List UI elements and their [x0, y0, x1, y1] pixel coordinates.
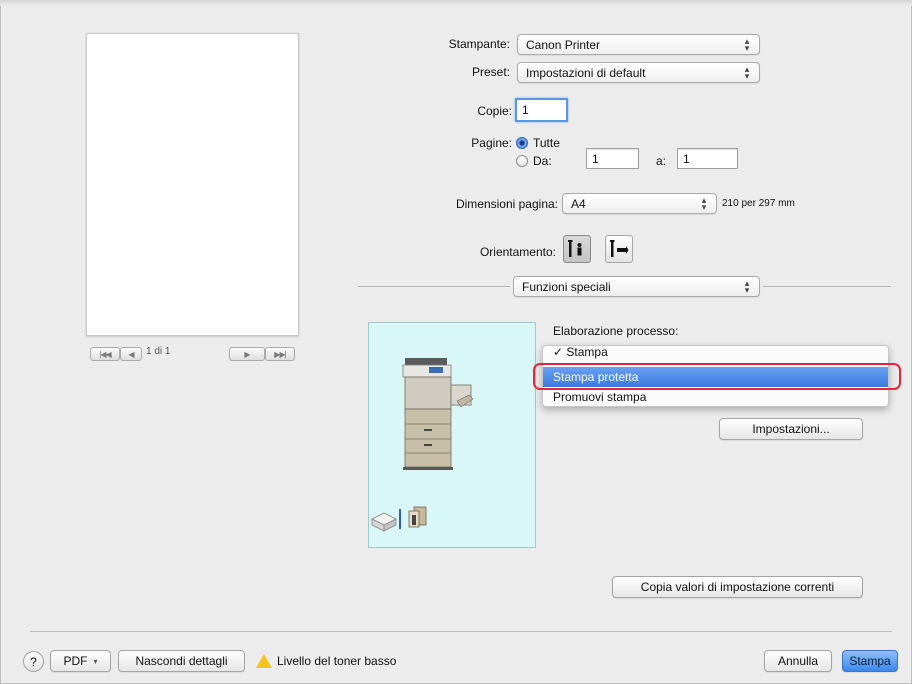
- popup-arrows-icon: ▴ ▾: [701, 194, 707, 212]
- section-popup-value: Funzioni speciali: [522, 279, 611, 294]
- pages-to-field[interactable]: 1: [677, 148, 738, 169]
- pdf-label: PDF: [63, 654, 88, 668]
- preset-value: Impostazioni di default: [526, 65, 646, 80]
- print-button[interactable]: Stampa: [842, 650, 898, 672]
- chevron-down-icon: ▾: [93, 656, 98, 666]
- popup-arrows-icon: ▴ ▾: [744, 277, 750, 295]
- print-preview-page: [86, 33, 299, 336]
- pages-label: Pagine:: [471, 136, 512, 150]
- first-page-button[interactable]: |◀◀: [90, 347, 120, 361]
- menu-item-promuovi-stampa[interactable]: Promuovi stampa: [543, 387, 888, 406]
- portrait-icon: [568, 240, 582, 257]
- job-processing-label: Elaborazione processo:: [553, 324, 679, 338]
- help-button[interactable]: ?: [23, 651, 44, 672]
- paper-stack-icon: [371, 509, 401, 532]
- paper-size-label: Dimensioni pagina:: [455, 197, 558, 211]
- pages-all-label: Tutte: [533, 136, 560, 150]
- preset-popup[interactable]: Impostazioni di default ▴ ▾: [517, 62, 760, 83]
- document-feeder-icon: [408, 506, 427, 528]
- footer-separator: [30, 631, 892, 632]
- warning-icon: [256, 654, 272, 668]
- landscape-icon: [610, 240, 629, 257]
- next-page-button[interactable]: ▶: [229, 347, 265, 361]
- portrait-orientation-button[interactable]: [563, 235, 591, 263]
- menu-item-stampa[interactable]: ✓ Stampa: [543, 346, 888, 362]
- last-page-button[interactable]: ▶▶|: [265, 347, 295, 361]
- window-top-edge: [0, 0, 912, 6]
- toner-warning-text: Livello del toner basso: [277, 654, 397, 668]
- preset-label: Preset:: [471, 65, 510, 79]
- section-popup[interactable]: Funzioni speciali ▴ ▾: [513, 276, 760, 297]
- orientation-label: Orientamento:: [479, 245, 556, 259]
- copies-label: Copie:: [477, 104, 512, 118]
- previous-page-button[interactable]: ◀: [120, 347, 142, 361]
- settings-button[interactable]: Impostazioni...: [719, 418, 863, 440]
- pages-all-radio[interactable]: [516, 137, 528, 149]
- popup-arrows-icon: ▴ ▾: [744, 63, 750, 81]
- paper-size-value: A4: [571, 196, 586, 211]
- highlight-annotation: [533, 363, 901, 390]
- copies-field[interactable]: 1: [515, 98, 568, 122]
- cancel-button[interactable]: Annulla: [764, 650, 832, 672]
- printer-value: Canon Printer: [526, 37, 601, 52]
- section-separator-left: [358, 286, 510, 287]
- pages-to-label: a:: [656, 154, 667, 168]
- printer-label: Stampante:: [448, 37, 510, 51]
- paper-size-popup[interactable]: A4 ▴ ▾: [562, 193, 717, 214]
- pages-range-radio[interactable]: [516, 155, 528, 167]
- popup-arrows-icon: ▴ ▾: [744, 35, 750, 53]
- pages-from-label: Da:: [533, 154, 552, 168]
- hide-details-button[interactable]: Nascondi dettagli: [118, 650, 245, 672]
- paper-dimensions: 210 per 297 mm: [722, 198, 795, 209]
- landscape-orientation-button[interactable]: [605, 235, 633, 263]
- section-separator-right: [763, 286, 891, 287]
- pages-from-field[interactable]: 1: [586, 148, 639, 169]
- printer-popup[interactable]: Canon Printer ▴ ▾: [517, 34, 760, 55]
- pdf-menu-button[interactable]: PDF ▾: [50, 650, 111, 672]
- page-counter: 1 di 1: [146, 346, 171, 357]
- copy-current-settings-button[interactable]: Copia valori di impostazione correnti: [612, 576, 863, 598]
